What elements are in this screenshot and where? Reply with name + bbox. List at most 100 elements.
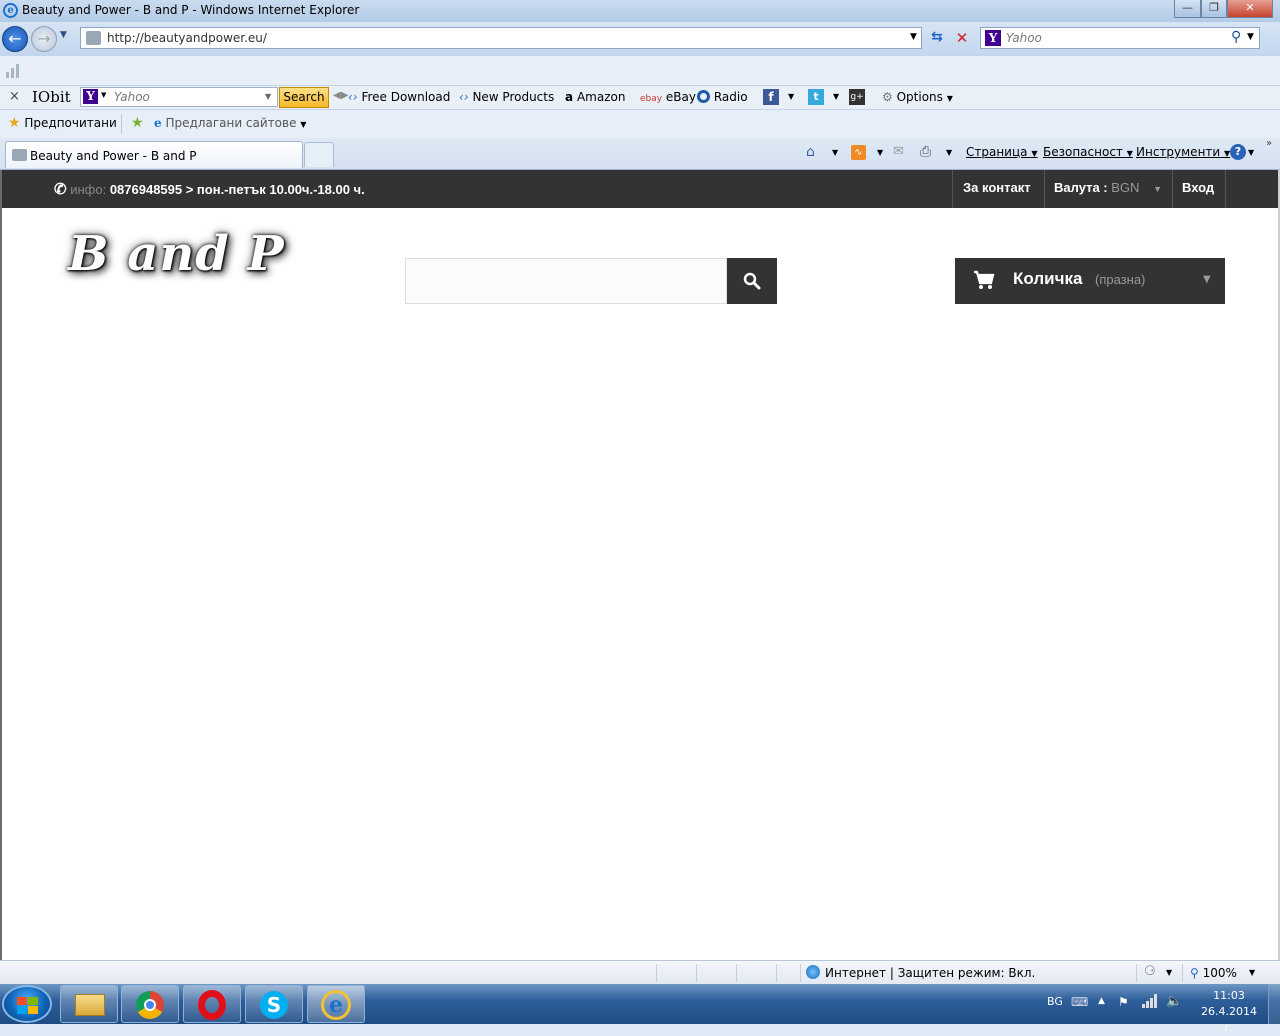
chevron-down-icon: ▼ [1126, 149, 1133, 158]
help-icon[interactable]: ? [1230, 144, 1246, 160]
site-search-button[interactable] [727, 258, 777, 304]
taskbar-opera[interactable] [183, 985, 241, 1023]
twitter-dropdown-icon[interactable]: ▼ [833, 92, 839, 101]
start-button[interactable] [2, 985, 52, 1023]
new-tab-button[interactable] [304, 142, 334, 167]
toolbar-search-input[interactable]: Y ▼ Yahoo ▼ [80, 87, 278, 107]
keyboard-icon[interactable]: ⌨ [1071, 995, 1088, 1009]
chevron-down-icon: ▼ [1031, 149, 1038, 158]
window-title-bar: e Beauty and Power - B and P - Windows I… [0, 0, 1280, 22]
radio-link[interactable]: Radio [697, 90, 748, 106]
twitter-icon[interactable]: t [808, 89, 824, 105]
iobit-link-icon: ‹› [348, 90, 358, 104]
extension-bar [0, 56, 1280, 86]
chrome-icon [136, 991, 164, 1019]
address-dropdown-icon[interactable]: ▼ [910, 32, 917, 42]
forward-arrow-icon[interactable]: → [31, 26, 57, 52]
zoom-control[interactable]: ⚲ 100% [1190, 966, 1237, 980]
divider [800, 964, 801, 982]
search-dropdown-icon[interactable]: ▼ [1247, 32, 1254, 42]
clock-date: 26.4.2014 г. [1201, 1005, 1257, 1034]
rss-dropdown-icon[interactable]: ▼ [877, 148, 883, 157]
print-dropdown-icon[interactable]: ▼ [946, 148, 952, 157]
toolbar-search-button[interactable]: Search [279, 87, 329, 108]
opera-icon [198, 990, 226, 1020]
suggested-sites-button[interactable]: e Предлагани сайтове ▼ [154, 116, 306, 132]
safety-menu[interactable]: Безопасност ▼ [1043, 145, 1133, 161]
currency-selector[interactable]: Валута : BGN ▼ [1054, 180, 1162, 195]
show-hidden-icons[interactable]: ▲ [1098, 996, 1105, 1006]
favorites-button[interactable]: ★ Предпочитани [8, 115, 117, 131]
maximize-button[interactable]: ❐ [1201, 0, 1227, 18]
print-icon[interactable]: ⎙ [920, 144, 931, 160]
info-label: инфо: [70, 182, 107, 197]
contact-info: ✆ инфо: 0876948595 > пон.-петък 10.00ч.-… [54, 180, 365, 198]
cart-block[interactable]: Количка (празна) ▼ [955, 258, 1225, 304]
yahoo-icon: Y [985, 30, 1001, 46]
taskbar-explorer[interactable] [60, 985, 118, 1023]
home-dropdown-icon[interactable]: ▼ [832, 148, 838, 157]
site-favicon-icon [12, 149, 27, 161]
mail-icon[interactable]: ✉ [893, 144, 904, 159]
divider [1225, 170, 1226, 208]
system-clock[interactable]: 11:03 26.4.2014 г. [1196, 988, 1262, 1036]
taskbar-internet-explorer[interactable]: e [307, 985, 365, 1023]
ebay-link[interactable]: ebay eBay [640, 90, 696, 106]
facebook-dropdown-icon[interactable]: ▼ [788, 92, 794, 101]
browser-search-input[interactable]: Y Yahoo ⚲ ▼ [980, 27, 1260, 49]
login-link[interactable]: Вход [1182, 180, 1214, 195]
action-center-icon[interactable]: ⚑ [1118, 995, 1129, 1009]
contact-link[interactable]: За контакт [963, 180, 1031, 195]
home-icon[interactable]: ⌂ [806, 144, 815, 160]
back-arrow-icon[interactable]: ← [2, 26, 28, 52]
site-search-input[interactable] [405, 258, 727, 304]
facebook-icon[interactable]: f [763, 89, 779, 105]
divider [736, 964, 737, 982]
taskbar-skype[interactable]: S [245, 985, 303, 1023]
tools-menu[interactable]: Инструменти ▼ [1136, 145, 1230, 161]
free-download-link[interactable]: ‹› Free Download [348, 90, 450, 106]
ebay-label: eBay [665, 90, 696, 104]
google-plus-icon[interactable]: g+ [849, 89, 865, 105]
engine-dropdown-icon[interactable]: ▼ [101, 91, 106, 99]
volume-icon[interactable]: 🔈 [1166, 994, 1182, 1009]
chevron-down-icon: ▼ [946, 94, 953, 103]
toolbar-search-dropdown-icon[interactable]: ▼ [265, 92, 271, 101]
close-window-button[interactable]: ✕ [1227, 0, 1273, 18]
skype-icon: S [260, 991, 288, 1019]
show-desktop-button[interactable] [1268, 984, 1280, 1024]
add-favorite-icon[interactable]: ★ [131, 115, 144, 131]
taskbar-chrome[interactable] [121, 985, 179, 1023]
security-zone[interactable]: Интернет | Защитен режим: Вкл. [825, 966, 1035, 980]
zoom-dropdown-icon[interactable]: ▼ [1249, 968, 1255, 977]
recent-pages-dropdown-icon[interactable]: ▼ [60, 30, 67, 40]
amazon-label: Amazon [576, 90, 626, 104]
new-products-link[interactable]: ‹› New Products [459, 90, 554, 106]
rss-feed-icon[interactable]: ∿ [851, 145, 866, 160]
browser-search-placeholder: Yahoo [1006, 31, 1042, 45]
divider [1044, 170, 1045, 208]
minimize-button[interactable]: — [1174, 0, 1201, 18]
amazon-link[interactable]: a Amazon [565, 90, 625, 106]
divider [776, 964, 777, 982]
site-logo[interactable]: B and P [68, 226, 285, 282]
chevron-down-icon[interactable]: ▼ [1166, 968, 1172, 977]
search-icon[interactable]: ⚲ [1231, 29, 1241, 45]
ie-logo-icon: e [3, 3, 18, 18]
options-menu[interactable]: ⚙ Options ▼ [882, 90, 953, 106]
cart-status: (празна) [1095, 272, 1146, 287]
toolbar-overflow-icon[interactable]: » [1266, 138, 1272, 149]
close-toolbar-icon[interactable]: × [9, 89, 20, 105]
protected-mode-icon[interactable]: ⚆ [1144, 964, 1156, 979]
options-label: Options [896, 90, 943, 104]
page-menu[interactable]: Страница ▼ [966, 145, 1038, 161]
iobit-link-icon: ‹› [459, 90, 469, 104]
divider [1182, 964, 1183, 982]
stop-icon[interactable]: ✕ [951, 29, 973, 49]
refresh-icon[interactable]: ⇆ [926, 29, 948, 49]
cart-label: Количка [1013, 269, 1083, 288]
help-dropdown-icon[interactable]: ▼ [1248, 148, 1254, 157]
address-field[interactable]: http://beautyandpower.eu/ ▼ [80, 27, 922, 49]
language-indicator[interactable]: BG [1047, 995, 1063, 1008]
tab-beauty-and-power[interactable]: Beauty and Power - B and P [5, 141, 303, 168]
